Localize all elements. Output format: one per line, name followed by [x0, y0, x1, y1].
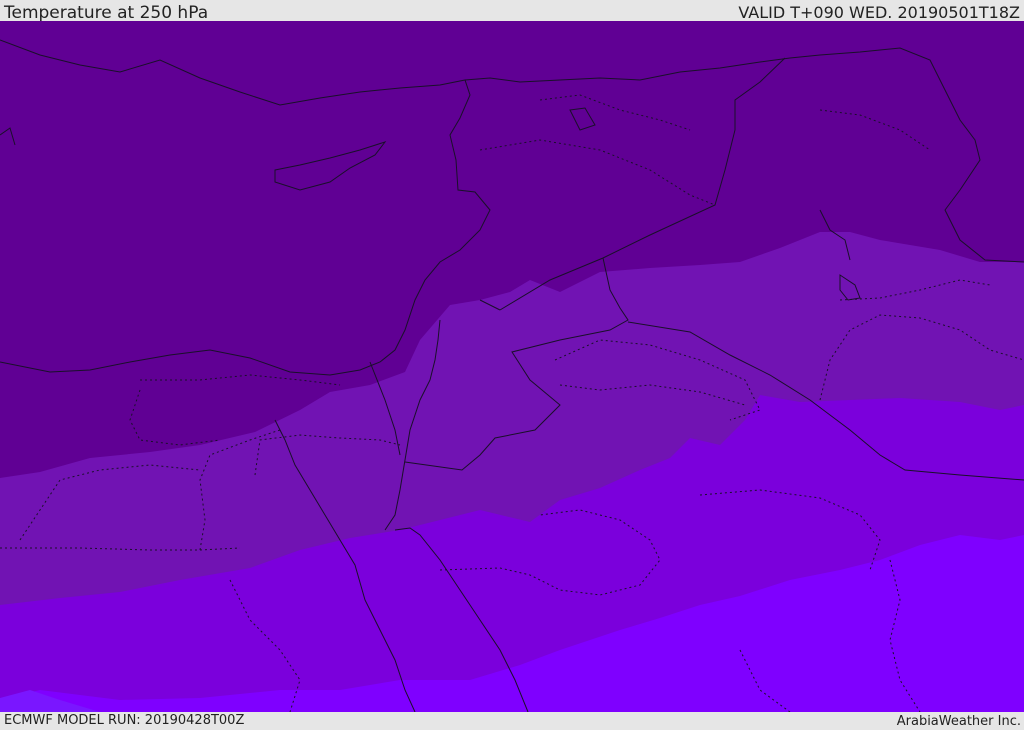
header-bar: Temperature at 250 hPa VALID T+090 WED. …	[0, 0, 1024, 23]
valid-time-label: VALID T+090 WED. 20190501T18Z	[738, 3, 1020, 22]
model-run-label: ECMWF MODEL RUN: 20190428T00Z	[4, 713, 245, 728]
credit-label: ArabiaWeather Inc.	[896, 714, 1021, 729]
temperature-map[interactable]	[0, 21, 1024, 712]
map-title: Temperature at 250 hPa	[4, 3, 209, 23]
footer-bar: ECMWF MODEL RUN: 20190428T00Z ArabiaWeat…	[0, 712, 1024, 729]
